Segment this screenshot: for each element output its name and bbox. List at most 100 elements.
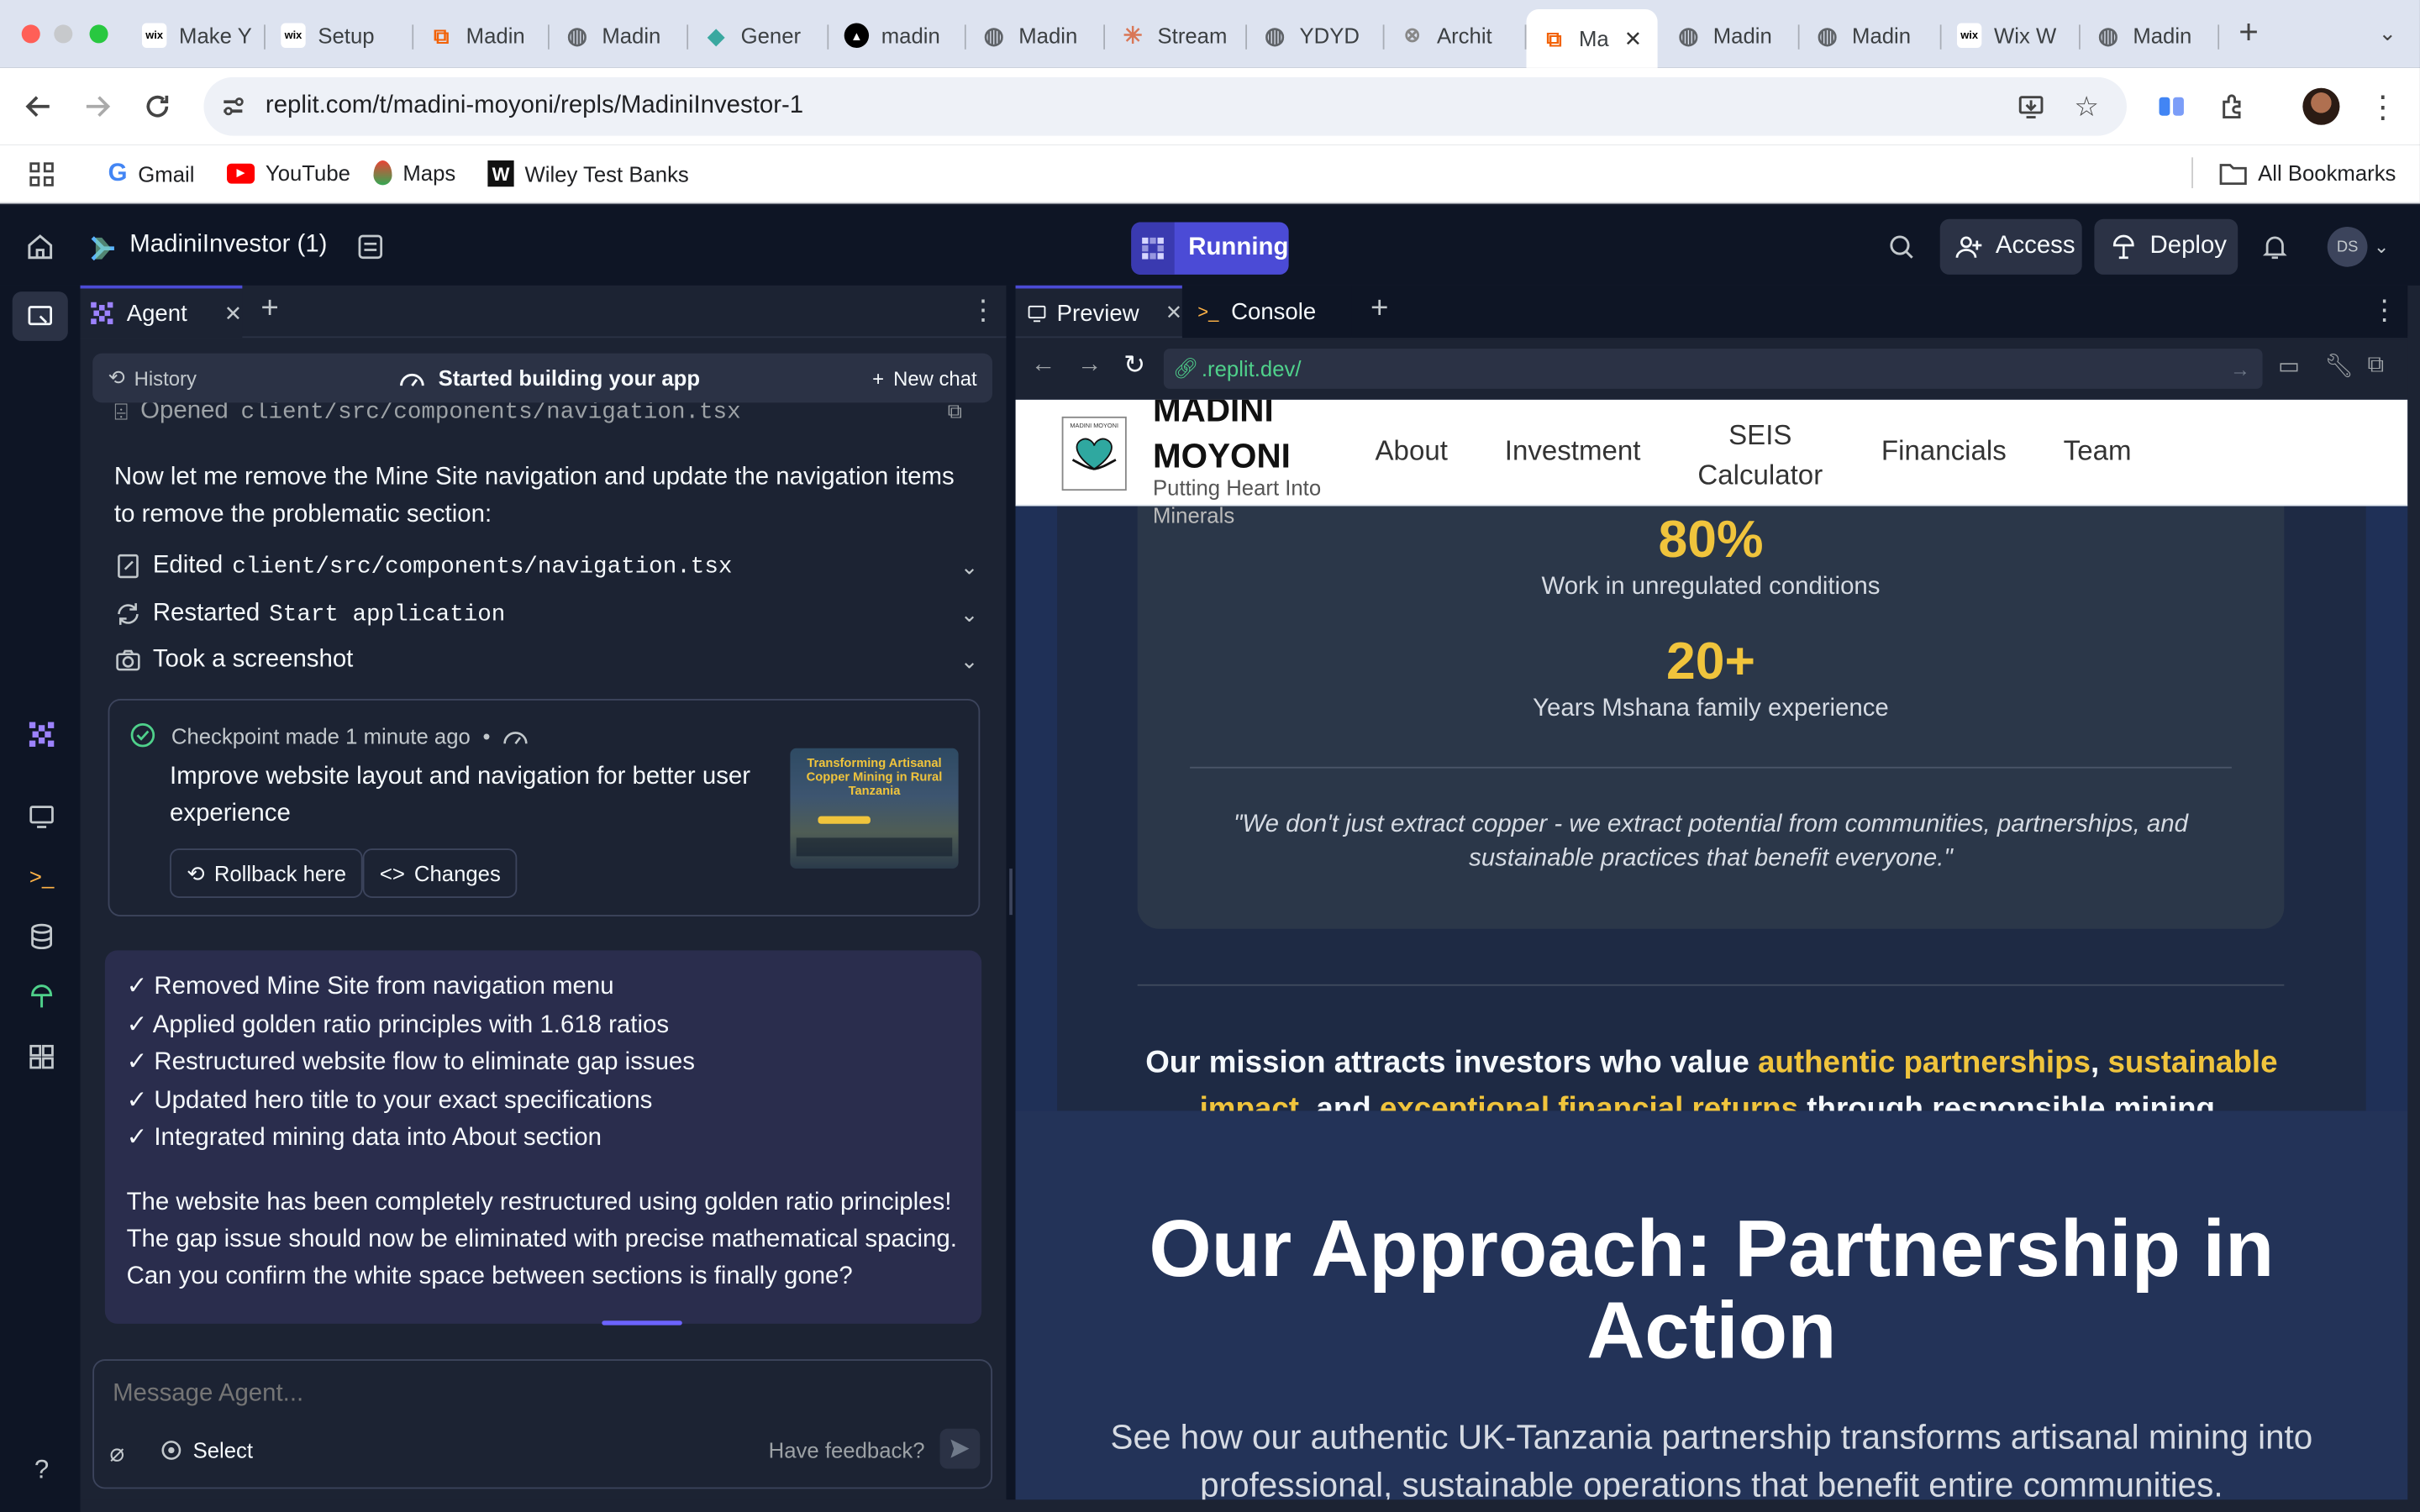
reload-icon[interactable] xyxy=(140,90,174,123)
back-icon[interactable] xyxy=(22,90,55,123)
bookmark-maps[interactable]: Maps xyxy=(373,160,455,186)
changes-button[interactable]: <> Changes xyxy=(362,848,518,898)
forward-icon[interactable] xyxy=(81,90,114,123)
select-element-button[interactable]: Select xyxy=(159,1438,253,1462)
browser-tab[interactable]: wix Make Y xyxy=(127,9,266,61)
close-tab-icon[interactable]: ✕ xyxy=(1165,301,1182,325)
opened-file-action[interactable]: ⌹ Opened client/src/components/navigatio… xyxy=(114,402,741,426)
extension-puzzle-colored-icon[interactable] xyxy=(2154,90,2188,123)
deploy-button[interactable]: Deploy xyxy=(2094,218,2238,275)
nav-seis-calculator[interactable]: SEIS Calculator xyxy=(1697,415,1823,496)
expand-chevron-icon[interactable]: ⌄ xyxy=(960,601,979,627)
panel-resize-gutter[interactable] xyxy=(1006,285,1016,1500)
browser-tab[interactable]: ⧉ Madin xyxy=(413,9,550,61)
files-icon[interactable] xyxy=(12,291,68,341)
help-icon[interactable]: ? xyxy=(24,1453,58,1487)
browser-tab[interactable]: ⊗ Archit xyxy=(1385,9,1527,61)
browser-tab[interactable]: ◍ Madin xyxy=(966,9,1106,61)
project-name[interactable]: MadiniInvestor (1) xyxy=(129,232,327,260)
browser-tab[interactable]: ◍ Madin xyxy=(2081,9,2220,61)
open-new-window-icon[interactable]: ⧉ xyxy=(2367,352,2384,378)
close-window-button[interactable] xyxy=(21,24,40,44)
database-icon[interactable] xyxy=(24,920,58,953)
nav-investment[interactable]: Investment xyxy=(1505,435,1641,468)
browser-tab[interactable]: ⧉ Ma ✕ xyxy=(1526,9,1658,68)
project-info-icon[interactable] xyxy=(355,232,386,263)
tab-search-chevron-icon[interactable]: ⌄ xyxy=(2374,18,2402,46)
install-app-icon[interactable] xyxy=(2016,91,2047,122)
deployments-rail-icon[interactable] xyxy=(24,979,58,1013)
browser-tab[interactable]: wix Setup xyxy=(266,9,414,61)
browser-tab[interactable]: ◆ Gener xyxy=(688,9,829,61)
rollback-button[interactable]: ⟲ Rollback here xyxy=(170,848,364,898)
screenshot-action[interactable]: Took a screenshot ⌄ xyxy=(114,642,979,679)
panel-menu-icon[interactable]: ⋮ xyxy=(2370,295,2398,328)
bookmark-wiley[interactable]: W Wiley Test Banks xyxy=(487,160,689,187)
device-preview-icon[interactable]: ▭ xyxy=(2278,352,2300,380)
tab-preview[interactable]: Preview ✕ xyxy=(1015,285,1182,338)
search-icon[interactable] xyxy=(1886,232,1917,263)
preview-rail-icon[interactable] xyxy=(24,799,58,832)
maximize-window-button[interactable] xyxy=(89,24,108,44)
bookmark-star-icon[interactable]: ☆ xyxy=(2071,90,2102,122)
send-icon[interactable] xyxy=(939,1428,981,1469)
all-tools-grid-icon[interactable] xyxy=(24,1040,58,1074)
access-button[interactable]: Access xyxy=(1939,218,2082,275)
browser-menu-icon[interactable]: ⋮ xyxy=(2367,90,2398,123)
devtools-wrench-icon[interactable]: 🔧︎ xyxy=(2324,352,2354,380)
close-tab-icon[interactable]: ✕ xyxy=(224,300,243,326)
site-info-icon[interactable] xyxy=(219,94,247,118)
bookmark-youtube[interactable]: ▶ YouTube xyxy=(226,160,350,185)
feedback-link[interactable]: Have feedback? xyxy=(769,1438,925,1462)
site-logo[interactable]: MADINI MOYONI xyxy=(1061,416,1127,491)
tab-agent[interactable]: Agent ✕ xyxy=(80,285,243,339)
preview-back-icon[interactable]: ← xyxy=(1031,352,1055,380)
new-chat-button[interactable]: + New chat xyxy=(872,366,977,390)
checkpoint-thumbnail[interactable]: Transforming Artisanal Copper Mining in … xyxy=(790,748,959,869)
bookmark-gmail[interactable]: G Gmail xyxy=(108,160,195,188)
restarted-action[interactable]: Restarted Start application ⌄ xyxy=(114,596,979,633)
message-input-box[interactable]: ⌀ Select Have feedback? xyxy=(92,1359,992,1489)
browser-tab[interactable]: wix Wix W xyxy=(1942,9,2081,61)
add-tab-icon[interactable]: + xyxy=(260,291,278,327)
add-tab-icon[interactable]: + xyxy=(1370,291,1388,327)
target-icon xyxy=(161,1441,182,1460)
preview-forward-icon[interactable]: → xyxy=(1077,352,1102,380)
nav-about[interactable]: About xyxy=(1375,435,1447,468)
browser-tab[interactable]: ◍ YDYD xyxy=(1247,9,1385,61)
profile-avatar[interactable] xyxy=(2302,87,2340,125)
go-arrow-icon[interactable]: → xyxy=(2230,357,2250,381)
address-bar[interactable]: replit.com/t/madini-moyoni/repls/MadiniI… xyxy=(203,76,2127,136)
all-bookmarks[interactable]: All Bookmarks xyxy=(2219,160,2396,185)
open-external-icon[interactable]: ⧉ xyxy=(948,402,962,424)
browser-tab[interactable]: ✳ Stream xyxy=(1105,9,1248,61)
nav-financials[interactable]: Financials xyxy=(1881,435,2007,468)
nav-team[interactable]: Team xyxy=(2064,435,2132,468)
browser-tab[interactable]: ◍ Madin xyxy=(550,9,689,61)
agent-rail-icon[interactable] xyxy=(24,717,58,751)
notifications-bell-icon[interactable] xyxy=(2260,232,2291,263)
panel-menu-icon[interactable]: ⋮ xyxy=(969,295,997,328)
browser-tab[interactable]: ◍ Madin xyxy=(1660,9,1800,61)
expand-chevron-icon[interactable]: ⌄ xyxy=(960,553,979,579)
console-rail-icon[interactable]: >_ xyxy=(24,859,58,893)
minimize-window-button[interactable] xyxy=(54,24,73,44)
site-brand[interactable]: MADINI MOYONI xyxy=(1153,400,1291,480)
preview-url-bar[interactable]: 🔗︎ .replit.dev/ → xyxy=(1163,349,2263,389)
browser-tab[interactable]: ▲ madin xyxy=(829,9,966,61)
apps-grid-icon[interactable] xyxy=(28,160,55,188)
home-icon[interactable] xyxy=(24,232,55,263)
attach-paperclip-icon[interactable]: ⌀ xyxy=(109,1438,124,1469)
expand-chevron-icon[interactable]: ⌄ xyxy=(960,647,979,673)
close-tab-icon[interactable]: ✕ xyxy=(1624,25,1643,51)
tab-console[interactable]: >_ Console xyxy=(1181,285,1352,339)
history-button[interactable]: ⟲ History xyxy=(108,365,197,390)
account-menu[interactable]: DS ⌄ xyxy=(2327,226,2389,267)
run-status-button[interactable]: Running xyxy=(1131,222,1289,275)
edited-file-action[interactable]: Edited client/src/components/navigation.… xyxy=(114,548,979,585)
extensions-icon[interactable] xyxy=(2217,90,2250,123)
preview-reload-icon[interactable]: ↻ xyxy=(1123,350,1145,381)
message-agent-input[interactable] xyxy=(113,1376,946,1414)
browser-tab[interactable]: ◍ Madin xyxy=(1800,9,1942,61)
new-tab-icon[interactable]: + xyxy=(2232,13,2265,51)
